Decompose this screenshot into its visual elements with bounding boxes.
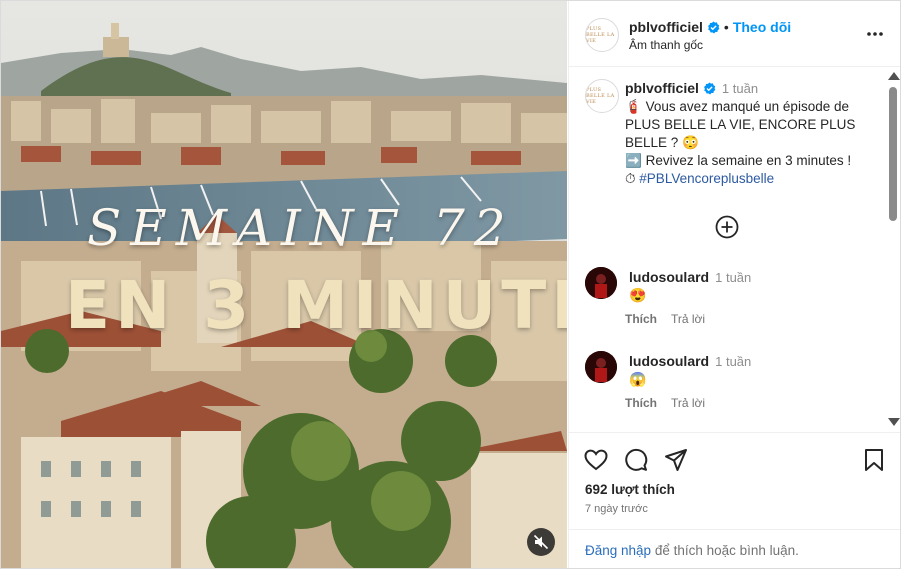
avatar-logo: PLUS BELLE LA VIE bbox=[586, 87, 615, 105]
follow-button[interactable]: Theo dõi bbox=[733, 19, 791, 35]
comment-text: 😍 bbox=[629, 287, 647, 303]
caption-line3: ⏱ #PBLVencoreplusbelle bbox=[625, 170, 880, 188]
video-title-line2: EN 3 MINUTES bbox=[65, 267, 567, 344]
post-side-panel: PLUS BELLE LA VIE pblvofficiel • Theo dõi … bbox=[568, 1, 900, 568]
comment-like-button[interactable]: Thích bbox=[625, 396, 657, 410]
bookmark-icon[interactable] bbox=[861, 447, 887, 473]
post-dialog: SEMAINE 72 EN 3 MINUTES PLUS BELLE LA VI… bbox=[0, 0, 901, 569]
likes-count[interactable]: 692 lượt thích bbox=[585, 482, 675, 497]
comment-icon[interactable] bbox=[623, 447, 649, 473]
comment-reply-button[interactable]: Trả lời bbox=[671, 312, 705, 326]
share-icon[interactable] bbox=[663, 447, 689, 473]
comment-header: ludosoulard 1 tuần bbox=[629, 269, 751, 285]
flushed-face-emoji: 😳 bbox=[682, 135, 699, 150]
commenter-photo bbox=[585, 267, 617, 299]
header-separator: • bbox=[723, 19, 729, 35]
scroll-up-arrow-icon[interactable] bbox=[888, 72, 900, 80]
login-prompt-text: Đăng nhập để thích hoặc bình luận. bbox=[585, 543, 799, 558]
post-header: PLUS BELLE LA VIE pblvofficiel • Theo dõi … bbox=[569, 1, 900, 67]
caption-line1: 🧯 Vous avez manqué un épisode de PLUS BE… bbox=[625, 98, 880, 152]
avatar-logo: PLUS BELLE LA VIE bbox=[586, 26, 615, 44]
comment-actions: Thích Trả lời bbox=[625, 396, 719, 410]
caption-time[interactable]: 1 tuần bbox=[722, 81, 758, 96]
caption-author-avatar[interactable]: PLUS BELLE LA VIE bbox=[585, 79, 619, 113]
comment-time[interactable]: 1 tuần bbox=[715, 354, 751, 369]
comment-actions: Thích Trả lời bbox=[625, 312, 719, 326]
login-prompt-rest: để thích hoặc bình luận. bbox=[651, 543, 799, 558]
comments-section[interactable]: PLUS BELLE LA VIE pblvofficiel 1 tuần 🧯 V… bbox=[569, 67, 900, 432]
comment-username[interactable]: ludosoulard bbox=[629, 353, 709, 369]
caption-hashtag[interactable]: #PBLVencoreplusbelle bbox=[639, 171, 774, 186]
audio-label[interactable]: Âm thanh gốc bbox=[629, 38, 703, 52]
more-options-icon[interactable] bbox=[865, 25, 885, 43]
stopwatch-emoji: ⏱ bbox=[625, 171, 636, 186]
caption-line2: ➡️ Revivez la semaine en 3 minutes ! bbox=[625, 152, 880, 170]
load-more-comments-icon[interactable] bbox=[715, 215, 739, 239]
verified-badge-icon bbox=[703, 82, 716, 95]
comments-scrollbar[interactable] bbox=[885, 67, 900, 432]
comment-username[interactable]: ludosoulard bbox=[629, 269, 709, 285]
author-username[interactable]: pblvofficiel bbox=[629, 19, 703, 35]
login-prompt: Đăng nhập để thích hoặc bình luận. bbox=[569, 529, 900, 568]
comment-text: 😱 bbox=[629, 371, 647, 387]
commenter-avatar[interactable] bbox=[585, 351, 617, 383]
caption-text-line1: Vous avez manqué un épisode de PLUS BELL… bbox=[625, 99, 856, 150]
video-title-line1: SEMAINE 72 bbox=[87, 199, 515, 257]
scroll-down-arrow-icon[interactable] bbox=[888, 418, 900, 426]
post-video[interactable]: SEMAINE 72 EN 3 MINUTES bbox=[1, 1, 567, 568]
comment-header: ludosoulard 1 tuần bbox=[629, 353, 751, 369]
login-link[interactable]: Đăng nhập bbox=[585, 543, 651, 558]
caption-body: pblvofficiel 1 tuần 🧯 Vous avez manqué un… bbox=[625, 79, 880, 188]
caption-author-row: pblvofficiel 1 tuần bbox=[625, 79, 880, 98]
post-date: 7 ngày trước bbox=[585, 503, 648, 515]
fire-extinguisher-emoji: 🧯 bbox=[625, 99, 642, 114]
speaker-muted-icon bbox=[533, 534, 549, 550]
scrollbar-thumb[interactable] bbox=[889, 87, 897, 221]
mute-button[interactable] bbox=[527, 528, 555, 556]
caption-text-line2: Revivez la semaine en 3 minutes ! bbox=[645, 153, 852, 168]
right-arrow-emoji: ➡️ bbox=[625, 153, 642, 168]
author-avatar[interactable]: PLUS BELLE LA VIE bbox=[585, 18, 619, 52]
commenter-avatar[interactable] bbox=[585, 267, 617, 299]
comment-time[interactable]: 1 tuần bbox=[715, 270, 751, 285]
post-actions: 692 lượt thích 7 ngày trước Đăng nhập để… bbox=[569, 432, 900, 568]
caption-username[interactable]: pblvofficiel bbox=[625, 80, 699, 96]
author-row: pblvofficiel • Theo dõi bbox=[629, 19, 791, 35]
comment-like-button[interactable]: Thích bbox=[625, 312, 657, 326]
verified-badge-icon bbox=[707, 21, 720, 34]
heart-icon[interactable] bbox=[583, 447, 609, 473]
commenter-photo bbox=[585, 351, 617, 383]
comment-reply-button[interactable]: Trả lời bbox=[671, 396, 705, 410]
